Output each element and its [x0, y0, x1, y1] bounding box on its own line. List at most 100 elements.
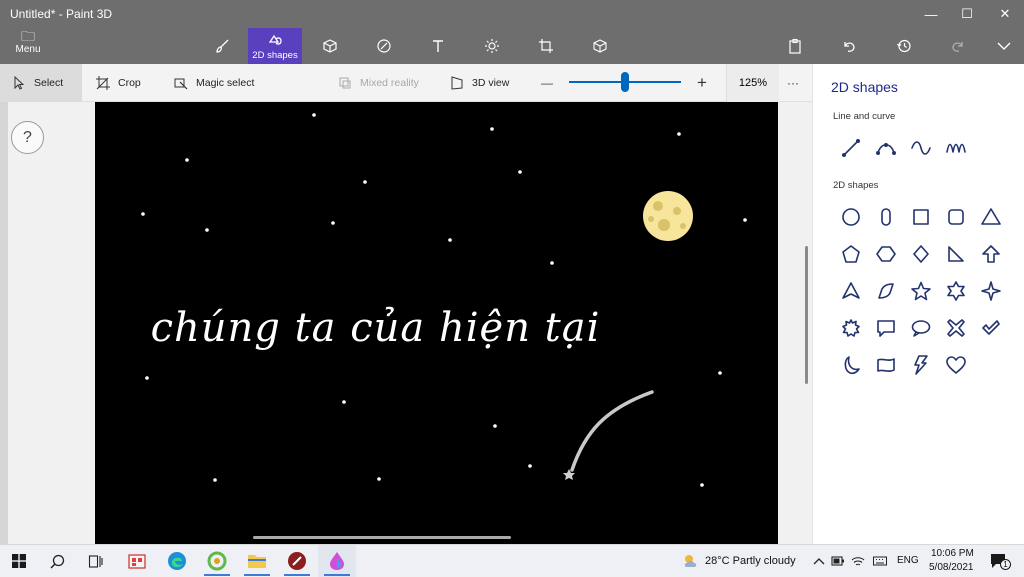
star-tool[interactable]	[903, 272, 938, 309]
curve-tool[interactable]	[868, 129, 903, 166]
six-point-star-tool[interactable]	[938, 272, 973, 309]
canvas-crop-icon	[539, 39, 553, 53]
arrow-up-tool[interactable]	[973, 235, 1008, 272]
brushes-tool[interactable]	[202, 28, 242, 64]
maximize-button[interactable]: ☐	[948, 0, 986, 28]
crop-button[interactable]: Crop	[96, 64, 141, 102]
taskbar-edge[interactable]	[158, 545, 196, 577]
four-point-star-tool[interactable]	[973, 272, 1008, 309]
close-button[interactable]: ✕	[986, 0, 1024, 28]
x-mark-tool[interactable]	[938, 309, 973, 346]
clock-date[interactable]: 5/08/2021	[929, 562, 974, 573]
horizontal-scrollbar[interactable]	[253, 536, 511, 539]
crop-icon	[96, 76, 110, 90]
3d-shapes-tool[interactable]	[310, 28, 350, 64]
wifi-icon[interactable]	[851, 554, 865, 568]
zoom-slider-thumb[interactable]	[621, 72, 629, 92]
line-curve-heading: Line and curve	[833, 111, 896, 122]
3d-view-button[interactable]: 3D view	[450, 64, 509, 102]
rounded-oval-tool[interactable]	[868, 198, 903, 235]
star	[377, 477, 381, 481]
speech-bubble-tool[interactable]	[868, 309, 903, 346]
crop-label: Crop	[118, 77, 141, 89]
diamond-icon	[912, 244, 929, 263]
ribbon-icon	[876, 357, 895, 372]
hexagon-tool[interactable]	[868, 235, 903, 272]
burst-tool[interactable]	[833, 309, 868, 346]
taskbar-app-red[interactable]	[278, 545, 316, 577]
battery-icon[interactable]	[831, 554, 845, 568]
heart-tool[interactable]	[938, 346, 973, 383]
mixed-reality-icon	[339, 77, 351, 89]
canvas-tool[interactable]	[526, 28, 566, 64]
zoom-out-button[interactable]: —	[541, 64, 553, 102]
clock-time[interactable]: 10:06 PM	[931, 548, 974, 559]
folder-icon	[248, 555, 266, 568]
weather-text[interactable]: 28°C Partly cloudy	[705, 555, 796, 567]
zoom-in-button[interactable]: +	[697, 64, 707, 102]
shapes-grid	[833, 198, 1008, 383]
square-icon	[912, 208, 929, 225]
expand-toolbar-button[interactable]	[984, 28, 1024, 64]
chevron-up-icon[interactable]	[812, 554, 826, 568]
3d-library-tool[interactable]	[580, 28, 620, 64]
circle-tool[interactable]	[833, 198, 868, 235]
mixed-reality-label: Mixed reality	[360, 77, 419, 89]
drawing-canvas[interactable]: chúng ta của hiện tại	[95, 102, 778, 544]
input-language[interactable]: ENG	[897, 555, 919, 566]
star	[550, 261, 554, 265]
lightning-tool[interactable]	[903, 346, 938, 383]
search-button[interactable]	[38, 545, 76, 577]
zoom-level[interactable]: 125%	[726, 64, 779, 102]
paste-button[interactable]	[775, 28, 815, 64]
taskbar-app-green[interactable]	[198, 545, 236, 577]
vertical-scrollbar[interactable]	[805, 246, 808, 384]
text-tool[interactable]	[418, 28, 458, 64]
redo-button[interactable]	[938, 28, 978, 64]
menu-button[interactable]: 🗀 Menu	[8, 28, 48, 62]
2d-shapes-tool[interactable]: 2D shapes	[248, 28, 302, 64]
check-mark-tool[interactable]	[973, 309, 1008, 346]
check-mark-icon	[981, 319, 1000, 335]
triangle-tool[interactable]	[973, 198, 1008, 235]
s-curve-tool[interactable]	[903, 129, 938, 166]
lightning-icon	[913, 354, 928, 375]
right-triangle-tool[interactable]	[938, 235, 973, 272]
taskbar-app-store[interactable]	[118, 545, 156, 577]
line-tools-grid	[833, 129, 973, 166]
taskbar-file-explorer[interactable]	[238, 545, 276, 577]
star	[185, 158, 189, 162]
magic-select-button[interactable]: Magic select	[174, 64, 254, 102]
weather-icon[interactable]	[682, 552, 700, 570]
crescent-moon-tool[interactable]	[833, 346, 868, 383]
star	[718, 371, 722, 375]
canvas-text[interactable]: chúng ta của hiện tại	[95, 305, 778, 351]
shapes-heading: 2D shapes	[833, 180, 879, 191]
thought-bubble-tool[interactable]	[903, 309, 938, 346]
rounded-square-tool[interactable]	[938, 198, 973, 235]
diamond-tool[interactable]	[903, 235, 938, 272]
stickers-tool[interactable]	[364, 28, 404, 64]
taskbar-paint-3d[interactable]	[318, 545, 356, 577]
tent-tool[interactable]	[833, 272, 868, 309]
line-tool[interactable]	[833, 129, 868, 166]
red-app-icon	[288, 552, 306, 570]
effects-tool[interactable]	[472, 28, 512, 64]
store-icon	[128, 554, 146, 569]
pentagon-tool[interactable]	[833, 235, 868, 272]
square-tool[interactable]	[903, 198, 938, 235]
brush-icon	[216, 39, 229, 53]
start-button[interactable]	[0, 545, 38, 577]
minimize-button[interactable]: —	[912, 0, 950, 28]
task-view-button[interactable]	[76, 545, 114, 577]
ribbon-tool[interactable]	[868, 346, 903, 383]
undo-button[interactable]	[829, 28, 869, 64]
more-options-button[interactable]: ···	[787, 64, 799, 102]
leaf-tool[interactable]	[868, 272, 903, 309]
mixed-reality-button[interactable]: Mixed reality	[338, 64, 419, 102]
select-button[interactable]: Select	[0, 64, 82, 102]
wave-curve-tool[interactable]	[938, 129, 973, 166]
help-button[interactable]: ?	[11, 121, 44, 154]
keyboard-icon[interactable]	[873, 554, 887, 568]
history-button[interactable]	[884, 28, 924, 64]
